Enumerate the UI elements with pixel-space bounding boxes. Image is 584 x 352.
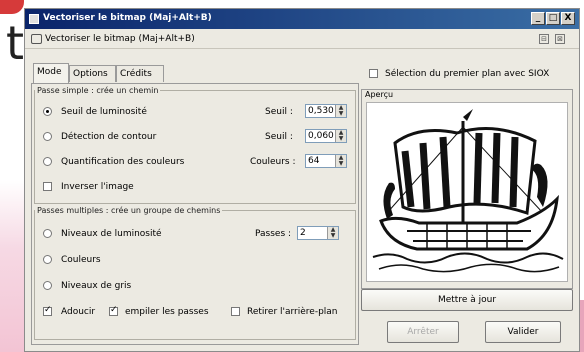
- update-preview-button[interactable]: Mettre à jour: [361, 289, 573, 311]
- grays-label: Niveaux de gris: [61, 281, 132, 291]
- minimize-button[interactable]: _: [531, 12, 545, 25]
- dialog-subheader-title: Vectoriser le bitmap (Maj+Alt+B): [45, 34, 195, 44]
- spin-arrows-icon[interactable]: ▲ ▼: [335, 155, 346, 167]
- edge-threshold-label: Seuil :: [265, 132, 293, 142]
- smooth-checkbox[interactable]: [43, 305, 52, 316]
- spin-arrows-icon[interactable]: ▲ ▼: [335, 130, 346, 142]
- scans-value: 2: [300, 228, 306, 238]
- dock-button[interactable]: ⊟: [539, 34, 549, 44]
- brightness-threshold-label: Seuil :: [265, 107, 293, 117]
- remove-background-label: Retirer l'arrière-plan: [247, 307, 338, 317]
- multi-scan-group: Passes multiples : crée un groupe de che…: [34, 206, 356, 340]
- trace-bitmap-icon: [31, 34, 42, 44]
- spin-arrows-icon[interactable]: ▲ ▼: [335, 105, 346, 117]
- stack-scans-label: empiler les passes: [125, 307, 209, 317]
- background-red-shape: [0, 0, 24, 14]
- brightness-cutoff-radio[interactable]: [43, 107, 52, 116]
- edge-detection-label: Détection de contour: [61, 132, 157, 142]
- brightness-cutoff-label: Seuil de luminosité: [61, 107, 147, 117]
- colors-count-value: 64: [308, 156, 320, 166]
- background-pink-gradient: [0, 180, 26, 352]
- window-titlebar[interactable]: Vectoriser le bitmap (Maj+Alt+B) _ □ X: [25, 9, 579, 29]
- colors-radio[interactable]: [43, 255, 52, 264]
- invert-image-label: Inverser l'image: [61, 182, 134, 192]
- color-quantization-label: Quantification des couleurs: [61, 157, 185, 167]
- scans-label: Passes :: [255, 229, 292, 239]
- edge-threshold-value: 0,060: [308, 131, 334, 141]
- ok-button[interactable]: Valider: [485, 321, 561, 343]
- stack-scans-checkbox[interactable]: [109, 305, 118, 316]
- scans-spinbox[interactable]: 2 ▲ ▼: [297, 226, 339, 240]
- stop-button[interactable]: Arrêter: [387, 321, 459, 343]
- mode-tab-panel: Passe simple : crée un chemin Seuil de l…: [31, 83, 359, 345]
- remove-background-checkbox[interactable]: [231, 307, 240, 316]
- smooth-label: Adoucir: [61, 307, 96, 317]
- spin-arrows-icon[interactable]: ▲ ▼: [327, 227, 338, 239]
- invert-image-checkbox[interactable]: [43, 182, 52, 191]
- dialog-subheader: Vectoriser le bitmap (Maj+Alt+B) ⊟ ⊠: [25, 30, 579, 49]
- color-quantization-radio[interactable]: [43, 157, 52, 166]
- preview-title: Aperçu: [365, 90, 394, 99]
- brightness-threshold-spinbox[interactable]: 0,530 ▲ ▼: [305, 104, 347, 118]
- trace-bitmap-dialog: Vectoriser le bitmap (Maj+Alt+B) _ □ X V…: [24, 8, 580, 352]
- brightness-threshold-value: 0,530: [308, 106, 334, 116]
- window-title: Vectoriser le bitmap (Maj+Alt+B): [43, 13, 212, 23]
- viking-ship-preview-image: [372, 109, 564, 273]
- siox-foreground-checkbox[interactable]: [369, 69, 378, 78]
- single-scan-legend: Passe simple : crée un chemin: [37, 86, 159, 95]
- background-text: t: [6, 16, 25, 70]
- single-scan-group: Passe simple : crée un chemin Seuil de l…: [34, 86, 356, 204]
- app-icon: [29, 14, 39, 24]
- undock-button[interactable]: ⊠: [555, 34, 565, 44]
- brightness-steps-label: Niveaux de luminosité: [61, 229, 162, 239]
- close-button[interactable]: X: [561, 12, 575, 25]
- multi-scan-legend: Passes multiples : crée un groupe de che…: [37, 206, 221, 215]
- edge-threshold-spinbox[interactable]: 0,060 ▲ ▼: [305, 129, 347, 143]
- colors-count-spinbox[interactable]: 64 ▲ ▼: [305, 154, 347, 168]
- edge-detection-radio[interactable]: [43, 132, 52, 141]
- colors-count-label: Couleurs :: [250, 157, 296, 167]
- background-pink-strip: [580, 300, 584, 352]
- tab-mode[interactable]: Mode: [33, 63, 69, 84]
- grays-radio[interactable]: [43, 281, 52, 290]
- tab-credits[interactable]: Crédits: [116, 65, 164, 82]
- preview-frame: Aperçu: [361, 89, 573, 289]
- preview-canvas: [366, 102, 568, 282]
- colors-label: Couleurs: [61, 255, 101, 265]
- tab-options[interactable]: Options: [69, 65, 116, 82]
- maximize-button[interactable]: □: [546, 12, 560, 25]
- brightness-steps-radio[interactable]: [43, 229, 52, 238]
- siox-foreground-label: Sélection du premier plan avec SIOX: [385, 69, 550, 79]
